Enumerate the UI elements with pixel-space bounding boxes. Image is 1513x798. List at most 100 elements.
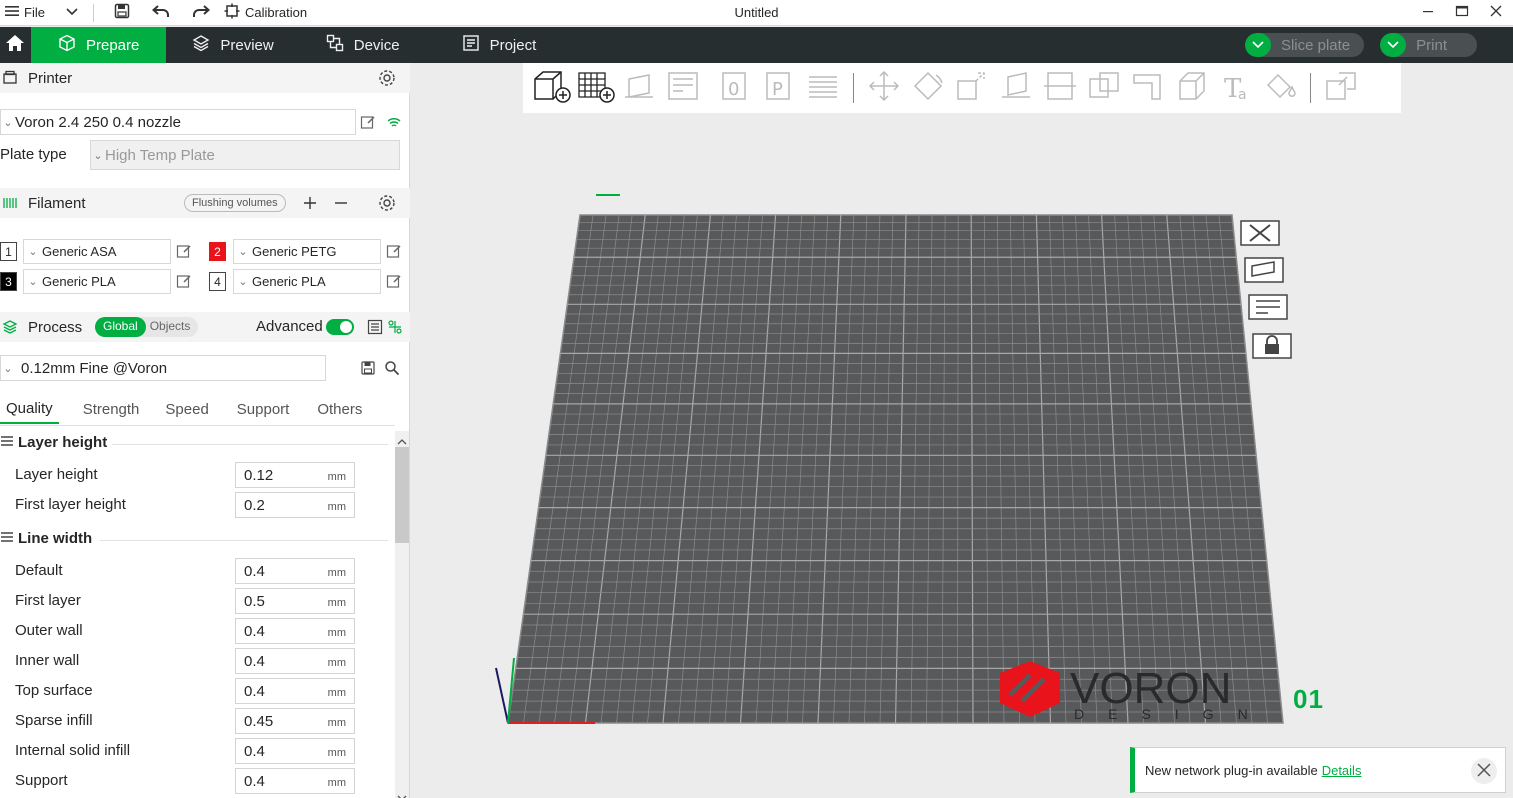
z-axis <box>495 667 509 724</box>
chevron-down-icon[interactable] <box>1380 33 1407 57</box>
slice-plate-button[interactable]: Slice plate <box>1244 33 1365 57</box>
process-preset-select[interactable]: ⌄ 0.12mm Fine @Voron <box>0 355 326 381</box>
tab-device[interactable]: Device <box>300 27 426 63</box>
outer-wall-line-width-field[interactable]: 0.4 mm <box>235 618 355 644</box>
scale-tool-button[interactable] <box>950 68 994 108</box>
sparse-infill-line-width-field[interactable]: 0.45 mm <box>235 708 355 734</box>
option-value: 0.5 <box>244 592 265 610</box>
undo-button[interactable] <box>151 0 170 26</box>
save-preset-icon[interactable] <box>360 360 376 376</box>
filament-slot-1-number[interactable]: 1 <box>0 242 17 261</box>
add-plate-button[interactable] <box>573 68 617 108</box>
notification-details-link[interactable]: Details <box>1322 763 1362 778</box>
save-button[interactable] <box>114 0 130 26</box>
filament-slot-2-select[interactable]: ⌄ Generic PETG <box>233 239 381 264</box>
scroll-up-icon[interactable] <box>397 433 407 451</box>
add-object-button[interactable] <box>529 68 573 108</box>
tab-support[interactable]: Support <box>231 394 296 424</box>
scrollbar-thumb[interactable] <box>395 447 409 543</box>
redo-button[interactable] <box>192 0 210 26</box>
first-layer-line-width-field[interactable]: 0.5 mm <box>235 588 355 614</box>
advanced-switch[interactable] <box>326 319 354 335</box>
text-tool-button[interactable]: Ta <box>1214 68 1258 108</box>
close-window-button[interactable] <box>1479 0 1513 24</box>
arrange-button[interactable] <box>661 68 705 108</box>
flushing-volumes-button[interactable]: Flushing volumes <box>184 194 286 212</box>
tab-preview[interactable]: Preview <box>166 27 299 63</box>
list-view-icon[interactable] <box>367 319 383 339</box>
wifi-icon[interactable] <box>386 114 402 130</box>
tab-strength[interactable]: Strength <box>77 394 146 424</box>
tab-quality[interactable]: Quality <box>0 394 59 424</box>
toggle-objects[interactable]: Objects <box>146 317 195 337</box>
split-objects-button[interactable]: 0 <box>713 68 757 108</box>
delete-plate-button[interactable] <box>1240 219 1280 250</box>
tab-project[interactable]: Project <box>436 27 563 63</box>
global-objects-toggle[interactable]: Global Objects <box>95 317 198 337</box>
tab-speed[interactable]: Speed <box>159 394 214 424</box>
default-line-width-field[interactable]: 0.4 mm <box>235 558 355 584</box>
cut-tool-button[interactable] <box>1038 68 1082 108</box>
edit-filament-3-icon[interactable] <box>176 273 192 289</box>
print-button[interactable]: Print <box>1380 33 1477 57</box>
filament-settings-gear-icon[interactable] <box>378 194 396 216</box>
inner-wall-line-width-field[interactable]: 0.4 mm <box>235 648 355 674</box>
printer-section-title: Printer <box>28 69 73 87</box>
filament-slot-3-select[interactable]: ⌄ Generic PLA <box>23 269 171 294</box>
remove-filament-icon[interactable] <box>333 195 349 215</box>
tab-others[interactable]: Others <box>311 394 368 424</box>
auto-orient-button[interactable] <box>617 68 661 108</box>
minimize-button[interactable] <box>1411 0 1445 24</box>
top-surface-line-width-field[interactable]: 0.4 mm <box>235 678 355 704</box>
filament-slot-4-select[interactable]: ⌄ Generic PLA <box>233 269 381 294</box>
edit-filament-4-icon[interactable] <box>386 273 402 289</box>
internal-solid-infill-line-width-field[interactable]: 0.4 mm <box>235 738 355 764</box>
orient-plate-button[interactable] <box>1244 256 1284 287</box>
option-label: Outer wall <box>15 622 83 639</box>
boolean-tool-button[interactable] <box>1082 68 1126 108</box>
edit-printer-icon[interactable] <box>360 114 376 130</box>
printer-settings-gear-icon[interactable] <box>378 69 396 91</box>
add-filament-icon[interactable] <box>302 195 318 215</box>
assembly-view-button[interactable] <box>1319 68 1363 108</box>
toggle-global[interactable]: Global <box>95 317 146 337</box>
filament-slot-1-select[interactable]: ⌄ Generic ASA <box>23 239 171 264</box>
plate-type-select[interactable]: ⌄ High Temp Plate <box>90 140 400 170</box>
close-icon <box>1477 762 1491 780</box>
calibration-menu[interactable]: Calibration <box>224 0 307 26</box>
filament-slot-2-number[interactable]: 2 <box>209 242 226 261</box>
support-line-width-field[interactable]: 0.4 mm <box>235 768 355 794</box>
layer-height-field[interactable]: 0.12 mm <box>235 462 355 488</box>
tab-prepare[interactable]: Prepare <box>31 27 167 63</box>
close-notification-button[interactable] <box>1471 758 1497 784</box>
arrange-plate-button[interactable] <box>1248 293 1288 324</box>
maximize-button[interactable] <box>1445 0 1479 24</box>
first-layer-height-field[interactable]: 0.2 mm <box>235 492 355 518</box>
rotate-tool-button[interactable] <box>906 68 950 108</box>
color-paint-button[interactable] <box>1258 68 1302 108</box>
home-button[interactable] <box>0 27 30 63</box>
filament-slot-4-number[interactable]: 4 <box>209 272 226 291</box>
support-paint-button[interactable] <box>1126 68 1170 108</box>
split-parts-button[interactable]: P <box>757 68 801 108</box>
filament-slot-3-number[interactable]: 3 <box>0 272 17 291</box>
option-unit: mm <box>327 747 346 759</box>
option-unit: mm <box>327 627 346 639</box>
edit-filament-1-icon[interactable] <box>176 243 192 259</box>
lay-on-face-button[interactable] <box>994 68 1038 108</box>
scroll-down-icon[interactable] <box>397 789 407 798</box>
add-plate-icon <box>575 69 615 108</box>
lock-plate-button[interactable] <box>1252 332 1292 363</box>
plate-number[interactable]: 01 <box>1293 684 1324 715</box>
file-menu[interactable]: File <box>4 0 45 26</box>
edit-filament-2-icon[interactable] <box>386 243 402 259</box>
compare-icon[interactable] <box>387 319 403 339</box>
file-dropdown-button[interactable] <box>65 0 79 26</box>
search-icon[interactable] <box>384 360 400 376</box>
printer-select[interactable]: ⌄ Voron 2.4 250 0.4 nozzle <box>0 109 356 135</box>
layers-button[interactable] <box>801 68 845 108</box>
build-plate[interactable]: VORON DESIGN <box>410 113 1510 798</box>
seam-paint-button[interactable] <box>1170 68 1214 108</box>
chevron-down-icon[interactable] <box>1244 33 1271 57</box>
move-tool-button[interactable] <box>862 68 906 108</box>
